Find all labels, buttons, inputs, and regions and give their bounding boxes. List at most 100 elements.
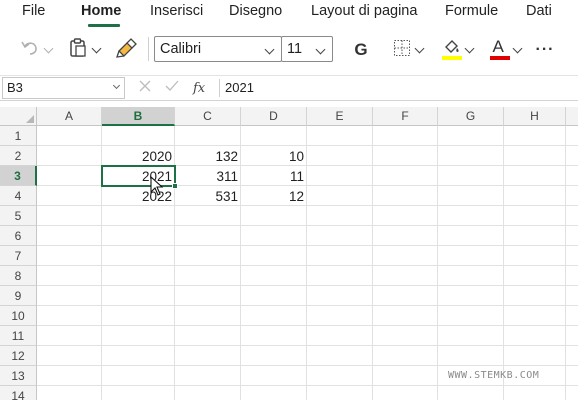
row-header-12[interactable]: 12 (0, 346, 37, 366)
column-header-d[interactable]: D (241, 107, 307, 126)
name-box-value: B3 (7, 80, 23, 95)
fill-color-button[interactable] (437, 37, 477, 63)
font-size-dropdown[interactable]: 11 (281, 36, 333, 62)
column-header-b[interactable]: B (102, 107, 175, 126)
insert-function-button[interactable]: fx (193, 81, 205, 96)
row-header-8[interactable]: 8 (0, 266, 37, 286)
undo-button[interactable] (16, 39, 56, 61)
tab-formulas[interactable]: Formule (445, 3, 498, 19)
gridline (437, 126, 438, 400)
tab-data[interactable]: Dati (526, 3, 552, 19)
column-header-f[interactable]: F (373, 107, 438, 126)
name-box[interactable]: B3 (2, 77, 125, 99)
gridline (37, 365, 578, 366)
borders-chevron-icon (414, 43, 425, 53)
tab-home[interactable]: Home (81, 3, 121, 19)
format-painter-icon (116, 37, 138, 63)
chevron-down-icon (264, 44, 275, 55)
gridline (503, 126, 504, 400)
tab-page-layout[interactable]: Layout di pagina (311, 3, 417, 19)
format-painter-button[interactable] (114, 37, 140, 63)
paste-chevron-icon (91, 43, 101, 53)
gridline (37, 305, 578, 306)
fill-handle[interactable] (172, 183, 178, 189)
gridline (37, 285, 578, 286)
tab-draw[interactable]: Disegno (229, 3, 282, 19)
column-header-next[interactable] (566, 107, 578, 126)
home-toolbar: Calibri 11 G A ··· (0, 28, 578, 73)
gridline (37, 225, 578, 226)
gridline (37, 265, 578, 266)
column-header-e[interactable]: E (307, 107, 373, 126)
row-header-6[interactable]: 6 (0, 226, 37, 246)
column-header-g[interactable]: G (438, 107, 504, 126)
fill-color-swatch (441, 56, 462, 60)
row-header-9[interactable]: 9 (0, 286, 37, 306)
font-name-value: Calibri (160, 41, 202, 57)
font-color-chevron-icon (512, 43, 522, 53)
row-header-3[interactable]: 3 (0, 166, 37, 186)
font-color-button[interactable]: A (485, 37, 525, 63)
check-icon[interactable] (164, 79, 180, 98)
mouse-pointer-icon (150, 175, 164, 201)
font-color-letter: A (492, 37, 504, 56)
row-header-10[interactable]: 10 (0, 306, 37, 326)
cell-b4[interactable]: 2022 (102, 186, 175, 206)
gridline (565, 126, 566, 400)
more-options-button[interactable]: ··· (531, 38, 559, 62)
paste-icon (69, 37, 87, 63)
gridline (372, 126, 373, 400)
font-size-value: 11 (287, 41, 303, 57)
cell-c4[interactable]: 531 (175, 186, 241, 206)
undo-icon (20, 39, 40, 62)
chevron-down-icon (315, 44, 326, 55)
formula-separator (219, 79, 220, 97)
gridline (37, 385, 578, 386)
borders-icon (393, 39, 411, 62)
undo-chevron-icon (43, 43, 54, 53)
column-header-a[interactable]: A (37, 107, 102, 126)
bold-button[interactable]: G (350, 38, 372, 62)
row-header-11[interactable]: 11 (0, 326, 37, 346)
gridline (37, 325, 578, 326)
cancel-icon[interactable] (138, 79, 152, 98)
row-header-2[interactable]: 2 (0, 146, 37, 166)
spreadsheet-grid: A B C D E F G H 1 2 3 4 5 6 7 8 9 10 11 … (0, 107, 578, 400)
select-all-triangle-icon (26, 115, 34, 123)
cell-d3[interactable]: 11 (241, 166, 307, 186)
cell-d2[interactable]: 10 (241, 146, 307, 166)
formula-actions: fx (130, 77, 205, 99)
chevron-down-icon (112, 81, 121, 90)
fill-color-icon (441, 38, 462, 62)
column-header-c[interactable]: C (175, 107, 241, 126)
cell-c2[interactable]: 132 (175, 146, 241, 166)
column-header-h[interactable]: H (504, 107, 566, 126)
gridline (37, 245, 578, 246)
tab-file[interactable]: File (22, 3, 45, 19)
row-header-4[interactable]: 4 (0, 186, 37, 206)
row-header-5[interactable]: 5 (0, 206, 37, 226)
fill-color-chevron-icon (464, 43, 474, 53)
formula-input[interactable]: 2021 (225, 80, 254, 95)
active-cell-selection[interactable] (101, 165, 176, 187)
paste-button[interactable] (64, 37, 104, 63)
active-tab-indicator (88, 24, 120, 27)
row-header-1[interactable]: 1 (0, 126, 37, 146)
font-name-dropdown[interactable]: Calibri (154, 36, 282, 62)
tab-insert[interactable]: Inserisci (150, 3, 203, 19)
watermark: WWW.STEMKB.COM (448, 370, 540, 381)
toolbar-separator (148, 37, 149, 61)
cell-b2[interactable]: 2020 (102, 146, 175, 166)
font-color-icon: A (489, 37, 510, 62)
row-header-7[interactable]: 7 (0, 246, 37, 266)
ribbon-tabs: File Home Inserisci Disegno Layout di pa… (0, 0, 578, 28)
row-header-13[interactable]: 13 (0, 366, 37, 386)
cell-d4[interactable]: 12 (241, 186, 307, 206)
select-all-corner[interactable] (0, 107, 37, 126)
font-color-swatch (489, 56, 510, 60)
borders-button[interactable] (388, 38, 428, 62)
formula-bar: B3 fx 2021 (0, 75, 578, 101)
row-header-14[interactable]: 14 (0, 386, 37, 400)
gridline (37, 345, 578, 346)
cell-c3[interactable]: 311 (175, 166, 241, 186)
